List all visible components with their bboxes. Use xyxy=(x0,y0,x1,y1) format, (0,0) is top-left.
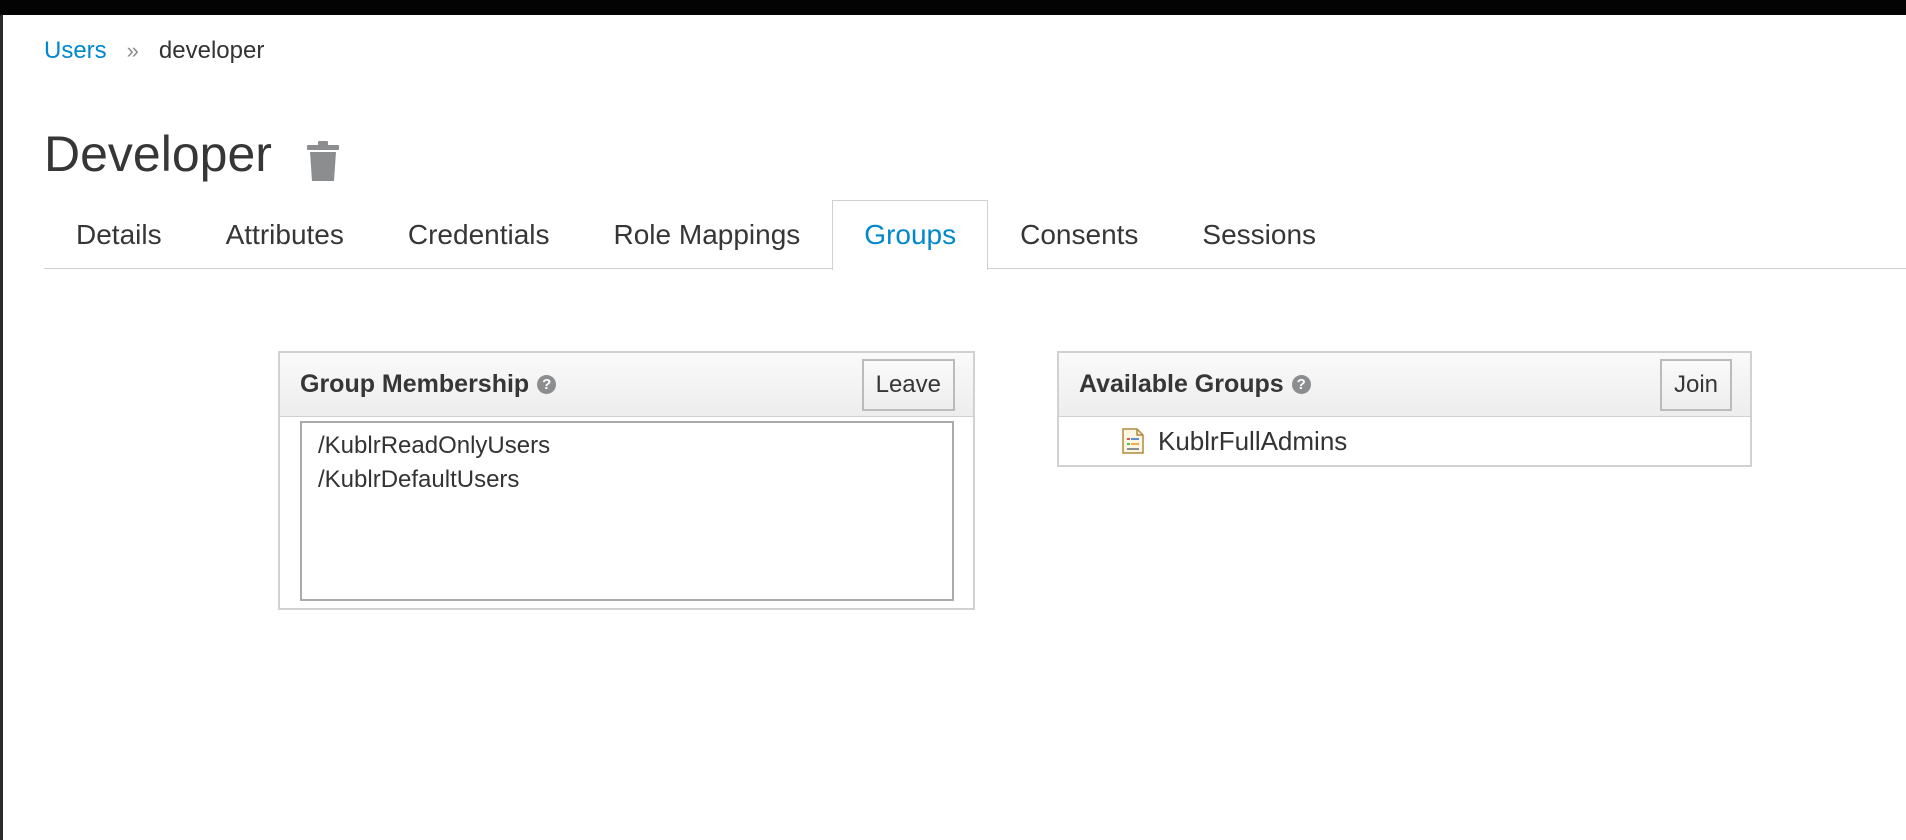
breadcrumb-current: developer xyxy=(158,37,265,64)
group-membership-list[interactable]: /KublrReadOnlyUsers /KublrDefaultUsers xyxy=(300,421,954,601)
available-group-label: KublrFullAdmins xyxy=(1158,425,1348,456)
window-left-edge xyxy=(0,15,3,840)
list-item[interactable]: /KublrReadOnlyUsers xyxy=(318,429,936,463)
available-groups-title: Available Groups ? xyxy=(1079,370,1311,399)
group-membership-title-text: Group Membership xyxy=(300,370,530,398)
user-tabs: Details Attributes Credentials Role Mapp… xyxy=(44,200,1906,270)
tab-groups[interactable]: Groups xyxy=(832,200,989,270)
tab-consents[interactable]: Consents xyxy=(988,200,1170,268)
tab-credentials[interactable]: Credentials xyxy=(376,200,582,268)
available-group-item[interactable]: KublrFullAdmins xyxy=(1059,417,1750,465)
tab-attributes[interactable]: Attributes xyxy=(194,200,376,268)
page-title: Developer xyxy=(44,122,340,186)
window-top-bar xyxy=(0,0,1906,15)
document-icon xyxy=(1122,428,1144,454)
trash-icon[interactable] xyxy=(306,133,340,181)
tab-details[interactable]: Details xyxy=(44,200,194,268)
breadcrumb-users-link[interactable]: Users xyxy=(44,36,107,66)
available-groups-panel: Available Groups ? Join KublrFullAdmins xyxy=(1057,351,1752,467)
tab-role-mappings[interactable]: Role Mappings xyxy=(582,200,833,268)
breadcrumb: Users » developer xyxy=(44,36,264,66)
list-item[interactable]: /KublrDefaultUsers xyxy=(318,463,936,497)
tab-sessions[interactable]: Sessions xyxy=(1170,200,1348,268)
join-button[interactable]: Join xyxy=(1659,358,1732,411)
page-title-text: Developer xyxy=(44,126,272,182)
group-membership-header: Group Membership ? Leave xyxy=(280,353,973,417)
leave-button[interactable]: Leave xyxy=(861,358,955,411)
available-groups-header: Available Groups ? Join xyxy=(1059,353,1750,417)
group-membership-title: Group Membership ? xyxy=(300,370,557,399)
help-icon[interactable]: ? xyxy=(1291,375,1311,394)
group-membership-panel: Group Membership ? Leave /KublrReadOnlyU… xyxy=(278,351,975,610)
breadcrumb-separator: » xyxy=(126,38,139,63)
help-icon[interactable]: ? xyxy=(537,375,557,394)
available-groups-title-text: Available Groups xyxy=(1079,370,1284,398)
